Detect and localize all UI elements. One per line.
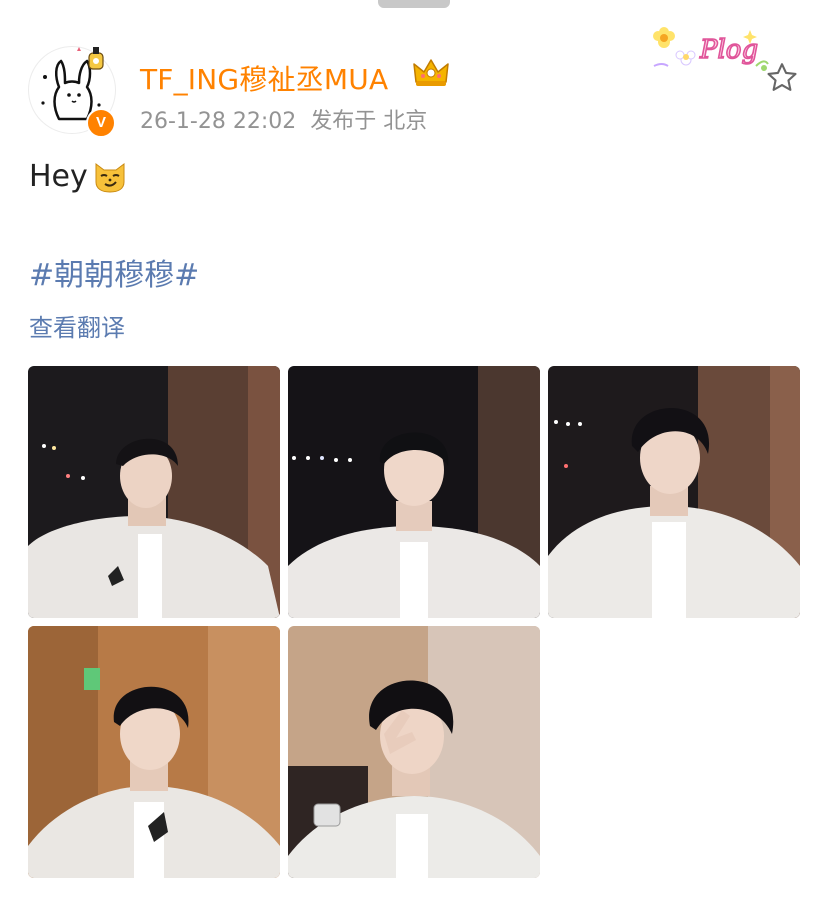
crown-icon — [413, 59, 449, 86]
plog-sticker: Plog — [653, 27, 769, 71]
verified-badge: V — [86, 108, 116, 138]
post-text: Hey — [29, 158, 88, 194]
smirk-cat-emoji-icon — [95, 163, 125, 193]
user-name[interactable]: TF_ING穆祉丞MUA — [140, 58, 388, 98]
photo-4[interactable] — [28, 626, 280, 878]
hashtag-link[interactable]: #朝朝穆穆# — [29, 250, 199, 294]
flower-icon — [653, 27, 675, 48]
favorite-star-icon[interactable] — [764, 60, 800, 96]
photo-2[interactable] — [288, 366, 540, 618]
photo-3[interactable] — [548, 366, 800, 618]
post-meta: 26-1-28 22:02 发布于 北京 — [140, 103, 427, 135]
photo-5[interactable] — [288, 626, 540, 878]
post-content: Hey — [29, 158, 128, 194]
post-location: 发布于 北京 — [310, 109, 428, 134]
view-translation-link[interactable]: 查看翻译 — [29, 308, 125, 343]
weibo-post: V TF_ING穆祉丞MUA 26-1-28 22:02 发布于 北京 Plog — [0, 0, 828, 898]
photo-1[interactable] — [28, 366, 280, 618]
flower-icon — [675, 50, 696, 66]
post-time: 26-1-28 22:02 — [140, 109, 297, 134]
